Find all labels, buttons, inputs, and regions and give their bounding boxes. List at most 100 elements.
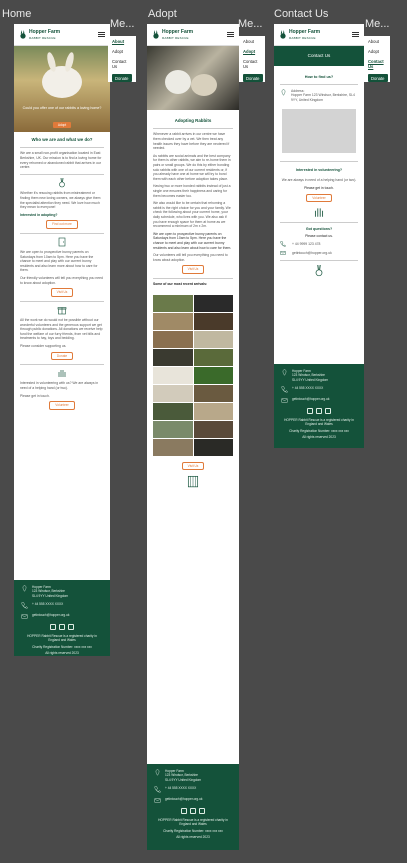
adopt-p5: We are open to prospective bunny parents… <box>153 231 232 250</box>
footer-phone[interactable]: + 44 555 XXXX XXXX <box>32 602 63 606</box>
footer-email[interactable]: getintouch@hopper.org.uk <box>32 613 69 617</box>
volunteer-button[interactable]: Volunteer <box>306 193 332 203</box>
rabbit-photo <box>193 384 233 402</box>
visit-us-button[interactable]: Visit Us <box>50 288 74 297</box>
donate-button[interactable]: Donate <box>50 351 74 360</box>
helping-hand-icon <box>314 208 324 218</box>
facebook-icon[interactable] <box>307 407 313 414</box>
news-text: Whether it's rescuing rabbits from mistr… <box>20 191 101 210</box>
facebook-icon[interactable] <box>181 807 187 814</box>
gift-icon <box>57 307 67 315</box>
rabbit-photo <box>193 294 233 312</box>
mail-icon <box>280 251 286 255</box>
hamburger-menu-icon[interactable] <box>352 31 359 38</box>
frame-label-menu: Me... <box>110 18 135 30</box>
visit-us-button-2[interactable]: Visit Us <box>181 461 205 470</box>
rabbit-photo <box>193 330 233 348</box>
location-icon <box>22 585 27 592</box>
footer-phone[interactable]: + 44 555 XXXX XXXX <box>292 386 323 390</box>
footer-email[interactable]: getintouch@hopper.org.uk <box>165 797 202 801</box>
instagram-icon[interactable] <box>316 407 322 414</box>
menu-adopt[interactable]: Adopt <box>368 49 386 54</box>
twitter-icon[interactable] <box>199 807 205 814</box>
menu-contact[interactable]: Contact Us <box>368 59 386 69</box>
footer-phone[interactable]: + 44 555 XXXX XXXX <box>165 786 196 790</box>
footer-address-2: 123 Windsor, Berkshire <box>292 373 325 378</box>
brand-sub: RABBIT RESCUE <box>289 35 316 40</box>
questions-subtitle: Please contact us. <box>305 233 333 238</box>
rabbit-photo <box>153 294 193 312</box>
instagram-icon[interactable] <box>190 807 196 814</box>
footer-rights: All rights reserved 2023 <box>176 834 210 839</box>
find-out-more-button[interactable]: Find out more <box>46 220 78 229</box>
footer-address-3: SL4 9YY United Kingdom <box>165 777 202 782</box>
mail-icon <box>21 614 28 619</box>
menu-panel: About Adopt Contact Us Donate <box>108 36 136 82</box>
door-icon <box>58 237 66 247</box>
recent-arrivals-title: Some of our most recent arrivals: <box>153 282 208 287</box>
frame-label-menu: Me... <box>238 18 263 30</box>
adopt-page: Hopper Farm RABBIT RESCUE Adopting Rabbit… <box>147 24 239 850</box>
brand-sub: RABBIT RESCUE <box>29 35 56 40</box>
menu-donate-button[interactable]: Donate <box>368 74 388 82</box>
rabbit-photo <box>153 330 193 348</box>
news-question: Interested in adopting? <box>20 212 58 217</box>
footer-email[interactable]: getintouch@hopper.org.uk <box>292 397 329 401</box>
footer: Hopper Farm 123 Windsor, Berkshire SL4 9YY… <box>14 580 110 656</box>
footer-legal-2: Charity Registration Number: xxxx xxx xx… <box>163 828 223 833</box>
footer-address-3: SL4 9YY United Kingdom <box>32 593 69 598</box>
rabbit-photo <box>193 420 233 438</box>
twitter-icon[interactable] <box>325 407 331 414</box>
volunteer-button[interactable]: Volunteer <box>49 401 75 410</box>
header: Hopper Farm RABBIT RESCUE <box>274 24 364 46</box>
menu-panel: About Adopt Contact Us Donate <box>364 36 390 82</box>
adopt-hero-image <box>147 46 239 110</box>
menu-about[interactable]: About <box>368 39 386 44</box>
adopt-p6: Our volunteers will tell you everything … <box>153 253 228 262</box>
facebook-icon[interactable] <box>50 623 56 630</box>
volunteer-title: Interested in volunteering? <box>295 167 343 172</box>
hero-text: Could you offer one of our rabbits a lov… <box>22 106 102 110</box>
visit-us-button[interactable]: Visit Us <box>181 265 205 274</box>
menu-donate-button[interactable]: Donate <box>112 74 132 82</box>
hamburger-menu-icon[interactable] <box>98 31 105 38</box>
hamburger-menu-icon[interactable] <box>227 31 234 38</box>
rabbit-icon <box>315 264 323 276</box>
social-links <box>154 807 232 814</box>
rabbit-photo <box>193 348 233 366</box>
footer: Hopper Farm 123 Windsor, Berkshire SL4 9YY… <box>147 764 239 850</box>
contact-phone[interactable]: + 44 9999 123 478 <box>292 242 320 247</box>
menu-contact[interactable]: Contact Us <box>112 59 132 69</box>
volunteer-text: Interested in volunteering with us? We a… <box>20 381 99 391</box>
home-page: Hopper Farm RABBIT RESCUE Could you offer… <box>14 24 110 656</box>
frame-label-adopt: Adopt <box>148 8 177 20</box>
adopt-p3: Having two or more bonded rabbits instea… <box>153 184 231 198</box>
contact-address: Hopper Farm 123 Windsor, Berkshire, SL4 … <box>291 93 355 102</box>
visit-text-2: Our friendly volunteers will tell you ev… <box>20 276 103 285</box>
rabbit-logo-icon <box>279 30 287 39</box>
twitter-icon[interactable] <box>68 623 74 630</box>
menu-contact[interactable]: Contact Us <box>243 59 261 69</box>
map-placeholder[interactable] <box>282 109 356 154</box>
social-links <box>281 407 357 414</box>
adopt-button[interactable]: Adopt <box>52 122 72 129</box>
footer-legal-2: Charity Registration Number: xxxx xxx xx… <box>32 644 92 649</box>
rabbit-photo <box>193 438 233 456</box>
phone-icon <box>280 241 286 247</box>
rabbit-hutch-icon <box>187 475 199 488</box>
header: Hopper Farm RABBIT RESCUE <box>147 24 239 46</box>
menu-donate-button[interactable]: Donate <box>243 74 263 82</box>
menu-adopt[interactable]: Adopt <box>112 49 132 54</box>
menu-about[interactable]: About <box>243 39 261 44</box>
who-title: Who we are and what we do? <box>31 137 93 142</box>
menu-about[interactable]: About <box>112 39 132 44</box>
rabbit-icon <box>59 178 65 188</box>
menu-adopt[interactable]: Adopt <box>243 49 261 54</box>
rabbit-photo <box>153 438 193 456</box>
adopt-title: Adopting Rabbits <box>174 118 212 123</box>
location-icon <box>155 769 160 776</box>
contact-email[interactable]: getintouch@hopper.org.uk <box>292 251 332 256</box>
volunteer-text: We are always in need of a helping hand … <box>281 177 357 182</box>
hero-image: Could you offer one of our rabbits a lov… <box>14 46 110 132</box>
instagram-icon[interactable] <box>59 623 65 630</box>
